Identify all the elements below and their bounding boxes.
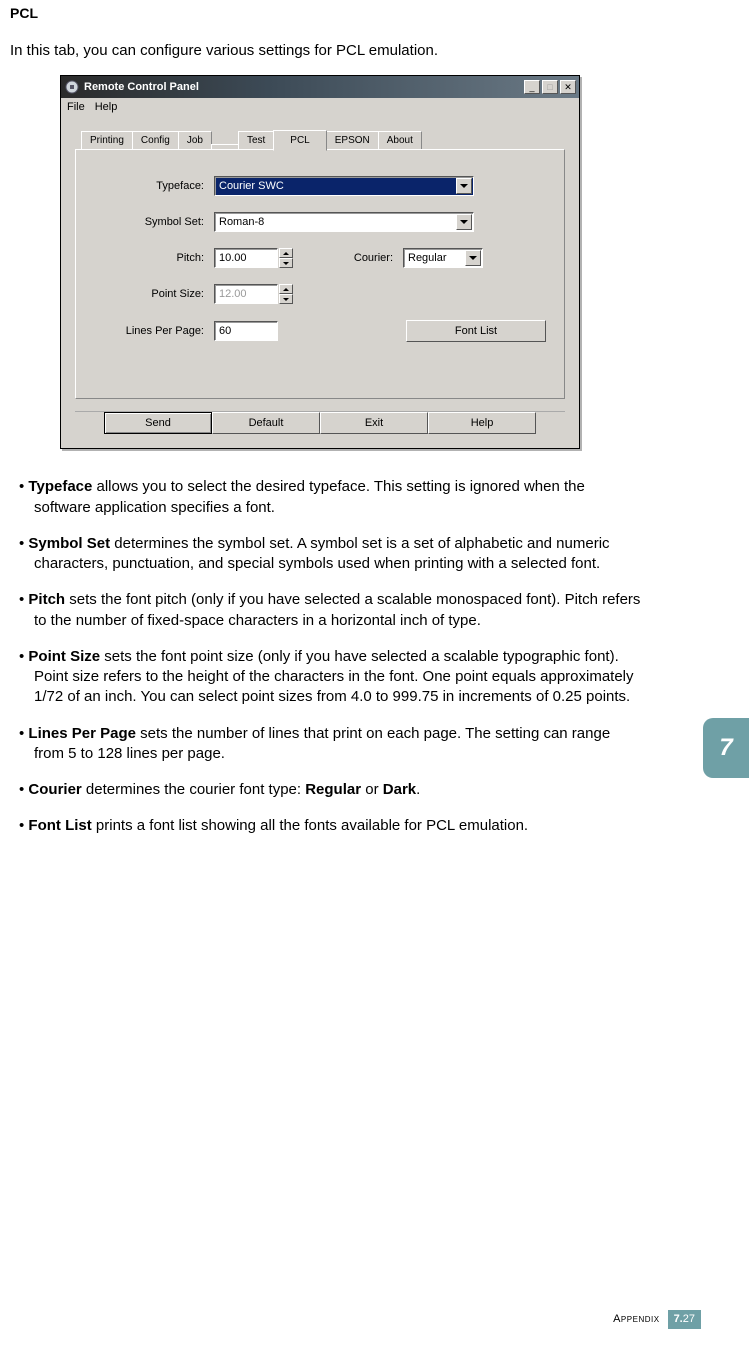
dropdown-icon[interactable]	[456, 178, 472, 194]
section-title: PCL	[10, 4, 701, 23]
close-button[interactable]: ✕	[560, 80, 576, 94]
bullet-pointsize: Point Size sets the font point size (onl…	[10, 647, 641, 708]
remote-control-panel-window: Remote Control Panel _ □ ✕ File Help Pri…	[60, 75, 580, 449]
tab-spacer	[211, 144, 239, 149]
window-title: Remote Control Panel	[84, 80, 524, 95]
typeface-combo[interactable]: Courier SWC	[214, 176, 474, 196]
typeface-value: Courier SWC	[219, 179, 284, 194]
pitch-value[interactable]: 10.00	[214, 248, 278, 268]
description-list: Typeface allows you to select the desire…	[10, 477, 701, 836]
label-lpp: Lines Per Page:	[94, 324, 214, 339]
bullet-pitch: Pitch sets the font pitch (only if you h…	[10, 590, 641, 631]
send-button[interactable]: Send	[104, 412, 212, 434]
label-pitch: Pitch:	[94, 251, 214, 266]
symbolset-combo[interactable]: Roman-8	[214, 212, 474, 232]
pitch-spinner[interactable]: 10.00	[214, 248, 293, 268]
tabs: Printing Config Job Test PCL EPSON About	[81, 129, 565, 150]
dropdown-icon[interactable]	[465, 250, 481, 266]
menu-file[interactable]: File	[67, 100, 85, 115]
tab-job[interactable]: Job	[178, 131, 212, 150]
tab-test[interactable]: Test	[238, 131, 274, 150]
footer-page: 7.27	[668, 1310, 701, 1329]
help-button[interactable]: Help	[428, 412, 536, 434]
menubar: File Help	[61, 98, 579, 119]
fontlist-button[interactable]: Font List	[406, 320, 546, 342]
bullet-symbolset: Symbol Set determines the symbol set. A …	[10, 534, 641, 575]
tabpane-pcl: Typeface: Courier SWC Symbol Set: Roman-…	[75, 149, 565, 399]
titlebar: Remote Control Panel _ □ ✕	[61, 76, 579, 98]
tab-config[interactable]: Config	[132, 131, 179, 150]
bullet-fontlist: Font List prints a font list showing all…	[10, 816, 641, 836]
exit-button[interactable]: Exit	[320, 412, 428, 434]
tab-printing[interactable]: Printing	[81, 131, 133, 150]
label-courier: Courier:	[293, 251, 403, 266]
page-footer: Appendix 7.27	[613, 1310, 701, 1329]
bullet-typeface: Typeface allows you to select the desire…	[10, 477, 641, 518]
label-symbolset: Symbol Set:	[94, 215, 214, 230]
minimize-button[interactable]: _	[524, 80, 540, 94]
bottom-button-bar: Send Default Exit Help	[75, 411, 565, 434]
pointsize-spinner: 12.00	[214, 284, 293, 304]
spin-up-icon	[279, 284, 293, 294]
bullet-courier: Courier determines the courier font type…	[10, 780, 641, 800]
pointsize-value: 12.00	[214, 284, 278, 304]
tab-about[interactable]: About	[378, 131, 422, 150]
menu-help[interactable]: Help	[95, 100, 118, 115]
spin-down-icon[interactable]	[279, 258, 293, 268]
spin-down-icon	[279, 294, 293, 304]
spin-up-icon[interactable]	[279, 248, 293, 258]
footer-appendix: Appendix	[613, 1312, 659, 1327]
default-button[interactable]: Default	[212, 412, 320, 434]
label-typeface: Typeface:	[94, 179, 214, 194]
app-icon	[65, 80, 79, 94]
intro-text: In this tab, you can configure various s…	[10, 41, 701, 61]
courier-value: Regular	[408, 251, 447, 266]
lpp-value[interactable]: 60	[214, 321, 278, 341]
dropdown-icon[interactable]	[456, 214, 472, 230]
bullet-lpp: Lines Per Page sets the number of lines …	[10, 724, 641, 765]
chapter-tab: 7	[703, 718, 749, 778]
tab-pcl[interactable]: PCL	[273, 130, 326, 152]
label-pointsize: Point Size:	[94, 287, 214, 302]
symbolset-value: Roman-8	[219, 215, 264, 230]
maximize-button[interactable]: □	[542, 80, 558, 94]
tab-epson[interactable]: EPSON	[326, 131, 379, 150]
courier-combo[interactable]: Regular	[403, 248, 483, 268]
